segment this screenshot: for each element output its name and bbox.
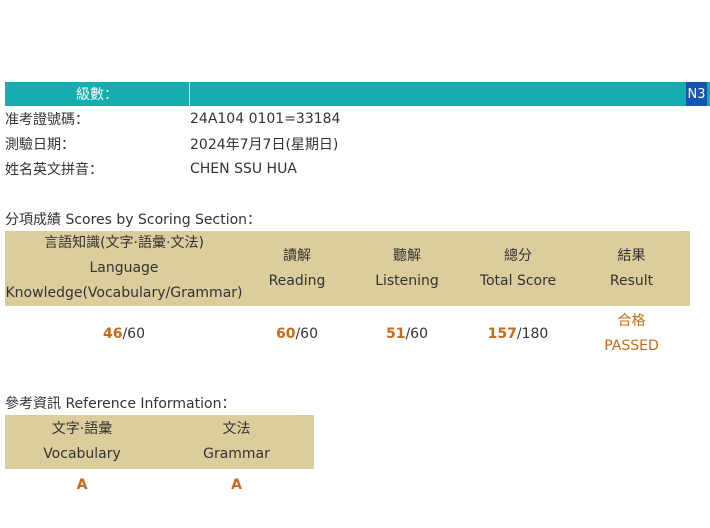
header-listening-en: Listening [375,272,439,289]
header-language-en: Language [89,260,159,276]
header-vocabulary: 文字·語彙 Vocabulary [5,415,159,469]
header-total-en: Total Score [479,272,557,289]
name-row: 姓名英文拼音： CHEN SSU HUA [5,158,695,180]
exam-date-row: 測驗日期： 2024年7月7日(星期日) [5,133,695,155]
header-grammar-en: Grammar [203,446,270,462]
scores-values-row: 46/60 60/60 51/60 157/180 合格 PASSED [5,306,690,362]
header-result-en: Result [609,272,654,289]
score-reading-max: /60 [295,326,318,342]
header-result: 結果 Result [573,231,690,306]
grammar-grade-value: A [231,477,242,493]
reference-section-title: 參考資訊 Reference Information： [5,396,236,412]
name-label: 姓名英文拼音： [5,162,103,178]
score-reading: 60/60 [243,306,351,362]
header-reading-en: Reading [268,272,326,289]
header-language-en-sub: Knowledge(Vocabulary/Grammar) [5,285,243,301]
scores-header-row: 言語知識(文字·語彙·文法) Language Knowledge(Vocabu… [5,231,690,306]
score-listening-max: /60 [405,326,428,342]
header-listening-zh: 聽解 [393,247,421,264]
header-total: 總分 Total Score [463,231,573,306]
header-total-zh: 總分 [504,247,532,264]
exam-date-value: 2024年7月7日(星期日) [190,137,339,153]
scores-section-title: 分項成績 Scores by Scoring Section： [5,212,262,228]
scores-table: 言語知識(文字·語彙·文法) Language Knowledge(Vocabu… [5,231,690,362]
score-listening-value: 51 [385,326,406,342]
score-language-max: /60 [122,326,145,342]
score-total-value: 157 [487,326,517,342]
header-grammar-zh: 文法 [222,421,251,437]
header-result-zh: 結果 [617,247,646,264]
header-vocabulary-en: Vocabulary [43,446,121,462]
exam-number-value: 24A104 0101=33184 [190,111,341,127]
header-language: 言語知識(文字·語彙·文法) Language Knowledge(Vocabu… [5,231,243,306]
exam-number-label: 准考證號碼： [5,112,89,128]
score-result: 合格 PASSED [573,306,690,362]
level-value: N3 [686,82,707,106]
score-total: 157/180 [463,306,573,362]
result-en: PASSED [604,338,659,354]
header-vocabulary-zh: 文字·語彙 [51,421,113,437]
exam-number-row: 准考證號碼： 24A104 0101=33184 [5,108,695,130]
grammar-grade: A [159,469,314,501]
header-language-zh: 言語知識(文字·語彙·文法) [44,235,204,251]
header-listening: 聽解 Listening [351,231,463,306]
level-label: 級數： [5,82,190,106]
vocabulary-grade-value: A [76,477,88,493]
score-reading-value: 60 [275,326,296,342]
score-listening: 51/60 [351,306,463,362]
reference-table: 文字·語彙 Vocabulary 文法 Grammar A A [5,415,314,501]
result-zh: 合格 [617,313,646,329]
header-reading-zh: 讀解 [283,247,311,264]
exam-date-label: 測驗日期： [5,137,75,153]
header-grammar: 文法 Grammar [159,415,314,469]
name-value: CHEN SSU HUA [190,161,297,177]
reference-values-row: A A [5,469,314,501]
level-bar: 級數： N3 [5,82,710,106]
vocabulary-grade: A [5,469,159,501]
score-language: 46/60 [5,306,243,362]
reference-header-row: 文字·語彙 Vocabulary 文法 Grammar [5,415,314,469]
header-reading: 讀解 Reading [243,231,351,306]
score-total-max: /180 [516,326,549,342]
score-language-value: 46 [102,326,123,342]
